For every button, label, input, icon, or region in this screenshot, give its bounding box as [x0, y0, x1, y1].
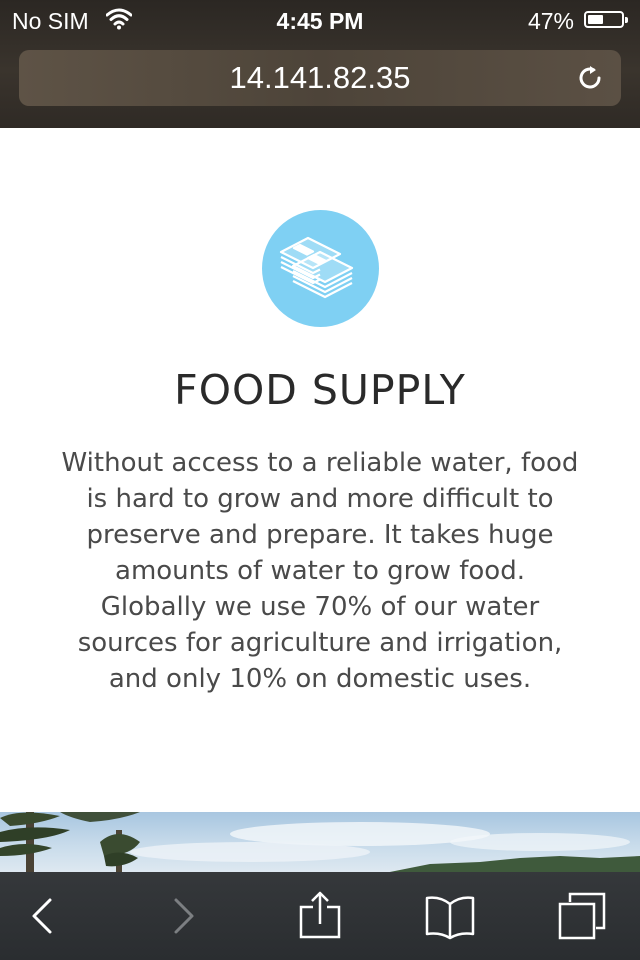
address-bar[interactable]: 14.141.82.35 — [19, 50, 621, 106]
forward-arrow-icon[interactable] — [156, 890, 208, 942]
tabs-icon[interactable] — [556, 890, 608, 942]
battery-icon — [584, 11, 628, 28]
landscape-photo — [0, 812, 640, 874]
back-arrow-icon[interactable] — [18, 890, 70, 942]
bookmarks-icon[interactable] — [424, 890, 476, 942]
section-body-text: Without access to a reliable water, food… — [61, 448, 579, 694]
money-stack-icon — [262, 210, 379, 327]
address-url[interactable]: 14.141.82.35 — [19, 50, 621, 106]
battery-percent: 47% — [527, 8, 574, 34]
browser-top-chrome: No SIM 4:45 PM 47% 14.141.82.35 — [0, 0, 640, 128]
section-title: FOOD SUPPLY — [174, 366, 466, 414]
battery-level-fill — [588, 15, 604, 24]
reload-icon[interactable] — [575, 63, 605, 93]
status-bar: No SIM 4:45 PM 47% — [0, 0, 640, 40]
browser-toolbar — [0, 872, 640, 960]
share-icon[interactable] — [294, 890, 346, 942]
